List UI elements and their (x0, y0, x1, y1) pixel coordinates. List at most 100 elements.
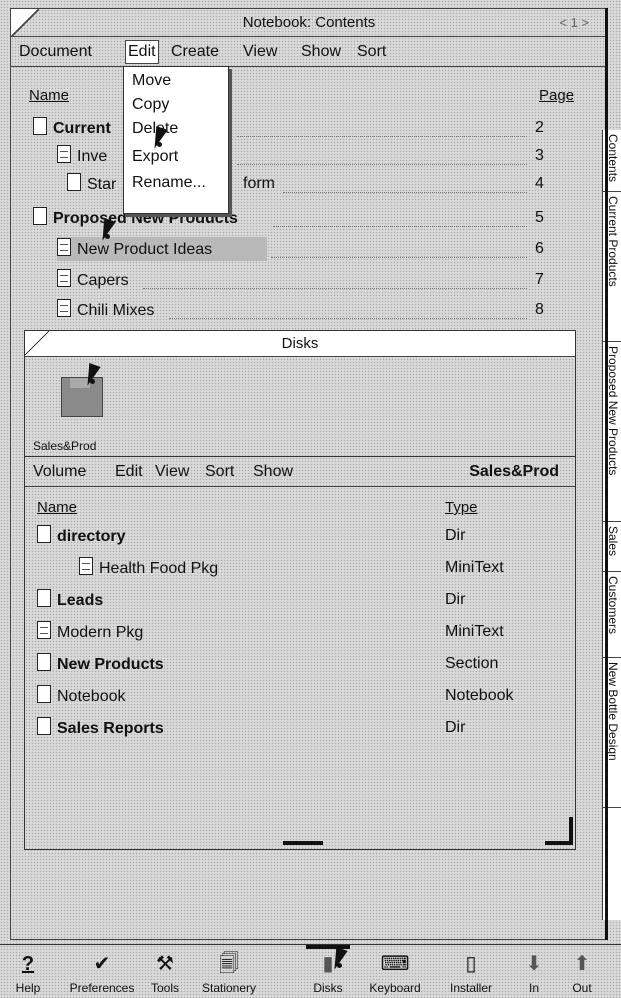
help-icon: ? (21, 953, 35, 975)
notebook-edge (605, 8, 608, 940)
side-tab-label: Contents (606, 134, 620, 183)
document-icon (33, 207, 47, 225)
resize-corner[interactable] (545, 841, 573, 845)
disk-volume-label[interactable]: Sales&Prod (33, 439, 96, 453)
row-page: 4 (535, 175, 544, 192)
tool-help[interactable]: ? Help (8, 945, 48, 998)
notebook-menubar: Document Edit Create View Show Sort (11, 37, 607, 67)
tool-out-box[interactable]: ⬆ Out (560, 945, 604, 998)
tool-installer[interactable]: ▯ Installer (442, 945, 500, 998)
file-name: Notebook (57, 688, 126, 705)
dotted-leader (169, 317, 527, 319)
menu-sort[interactable]: Sort (205, 457, 234, 487)
column-header-page[interactable]: Page (539, 87, 574, 104)
menu-show[interactable]: Show (301, 37, 341, 67)
document-icon (79, 557, 93, 575)
tools-icon: ⚒ (156, 953, 174, 975)
row-page: 6 (535, 240, 544, 257)
file-row-modern-pkg[interactable]: Modern Pkg (37, 621, 143, 643)
folder-icon (37, 589, 51, 607)
file-type: Dir (445, 719, 466, 736)
tool-in-box[interactable]: ⬇ In (514, 945, 554, 998)
file-row-notebook[interactable]: Notebook (37, 685, 126, 707)
file-row-new-products[interactable]: New Products (37, 653, 164, 675)
dotted-leader (237, 135, 527, 137)
column-header-type[interactable]: Type (445, 499, 478, 516)
contents-row-new-product-ideas[interactable]: New Product Ideas (57, 238, 212, 260)
row-label: Current (53, 120, 111, 137)
file-row-health-food-pkg[interactable]: Health Food Pkg (79, 557, 218, 579)
checkmark-icon: ✔ (93, 953, 111, 975)
document-icon (67, 173, 81, 191)
dotted-leader (271, 256, 527, 258)
menu-edit[interactable]: Edit (125, 40, 159, 64)
file-name: Leads (57, 592, 104, 609)
menu-view[interactable]: View (155, 457, 189, 487)
column-header-name[interactable]: Name (29, 87, 69, 104)
contents-row-capers[interactable]: Capers (57, 269, 129, 291)
dotted-leader (237, 163, 527, 165)
tool-stationery[interactable]: 🗐 Stationery (194, 945, 264, 998)
menu-edit[interactable]: Edit (115, 457, 143, 487)
menu-view[interactable]: View (243, 37, 277, 67)
contents-row-chili-mixes[interactable]: Chili Mixes (57, 299, 154, 321)
menu-item-move[interactable]: Move (132, 69, 171, 93)
file-type: Dir (445, 527, 466, 544)
tool-label: Stationery (201, 981, 257, 995)
disks-title-bar[interactable]: Disks (25, 331, 575, 357)
file-row-sales-reports[interactable]: Sales Reports (37, 717, 164, 739)
row-page: 8 (535, 301, 544, 318)
contents-row-current[interactable]: Current (33, 117, 111, 139)
file-type: Notebook (445, 687, 514, 704)
disks-title: Disks (281, 335, 319, 352)
document-icon (37, 621, 51, 639)
tool-label: Installer (449, 981, 493, 995)
menu-document[interactable]: Document (19, 37, 92, 67)
dotted-leader (273, 225, 527, 227)
menu-show[interactable]: Show (253, 457, 293, 487)
installer-icon: ▯ (465, 953, 477, 975)
menu-create[interactable]: Create (171, 37, 219, 67)
row-page: 5 (535, 209, 544, 226)
tool-preferences[interactable]: ✔ Preferences (64, 945, 140, 998)
tool-keyboard[interactable]: ⌨ Keyboard (362, 945, 428, 998)
file-name: Modern Pkg (57, 624, 144, 641)
tool-label: Help (15, 981, 41, 995)
file-row-directory[interactable]: directory (37, 525, 125, 547)
scroll-indicator[interactable] (283, 841, 323, 845)
tool-tools[interactable]: ⚒ Tools (140, 945, 190, 998)
contents-row-star[interactable]: Star (67, 173, 116, 195)
disks-icon-area: Sales&Prod (25, 357, 575, 457)
file-row-leads[interactable]: Leads (37, 589, 103, 611)
page-corner-icon[interactable] (11, 9, 39, 37)
disks-window: Disks Sales&Prod Volume Edit View Sort S… (24, 330, 576, 850)
disks-file-list: Name Type directory Dir Health Food Pkg … (25, 487, 575, 849)
page-corner-icon[interactable] (25, 331, 49, 355)
file-type: Section (445, 655, 499, 672)
document-icon (33, 117, 47, 135)
row-label: Star (87, 176, 117, 193)
out-box-icon: ⬆ (573, 953, 591, 975)
row-page: 3 (535, 147, 544, 164)
contents-row-inve[interactable]: Inve (57, 145, 107, 167)
stationery-icon: 🗐 (219, 953, 239, 975)
row-label: Inve (77, 148, 108, 165)
menu-volume[interactable]: Volume (33, 457, 86, 487)
disks-menubar: Volume Edit View Sort Show Sales&Prod (25, 457, 575, 487)
side-tab-label: Customers (606, 576, 620, 635)
current-volume-name: Sales&Prod (469, 463, 559, 480)
dotted-leader (143, 287, 527, 289)
tool-label: Preferences (69, 981, 135, 995)
edit-menu-dropdown: Move Copy Delete Export Rename... (123, 66, 229, 214)
page-indicator[interactable]: < 1 > (559, 9, 589, 37)
folder-icon (37, 717, 51, 735)
notebook-title: Notebook: Contents (242, 14, 376, 31)
menu-sort[interactable]: Sort (357, 37, 386, 67)
menu-item-rename[interactable]: Rename... (132, 171, 206, 195)
section-icon (37, 653, 51, 671)
column-header-name[interactable]: Name (37, 499, 77, 516)
menu-item-copy[interactable]: Copy (132, 93, 169, 117)
notebook-title-bar[interactable]: Notebook: Contents < 1 > (11, 9, 607, 37)
file-type: MiniText (445, 559, 504, 576)
file-name: Health Food Pkg (99, 560, 219, 577)
